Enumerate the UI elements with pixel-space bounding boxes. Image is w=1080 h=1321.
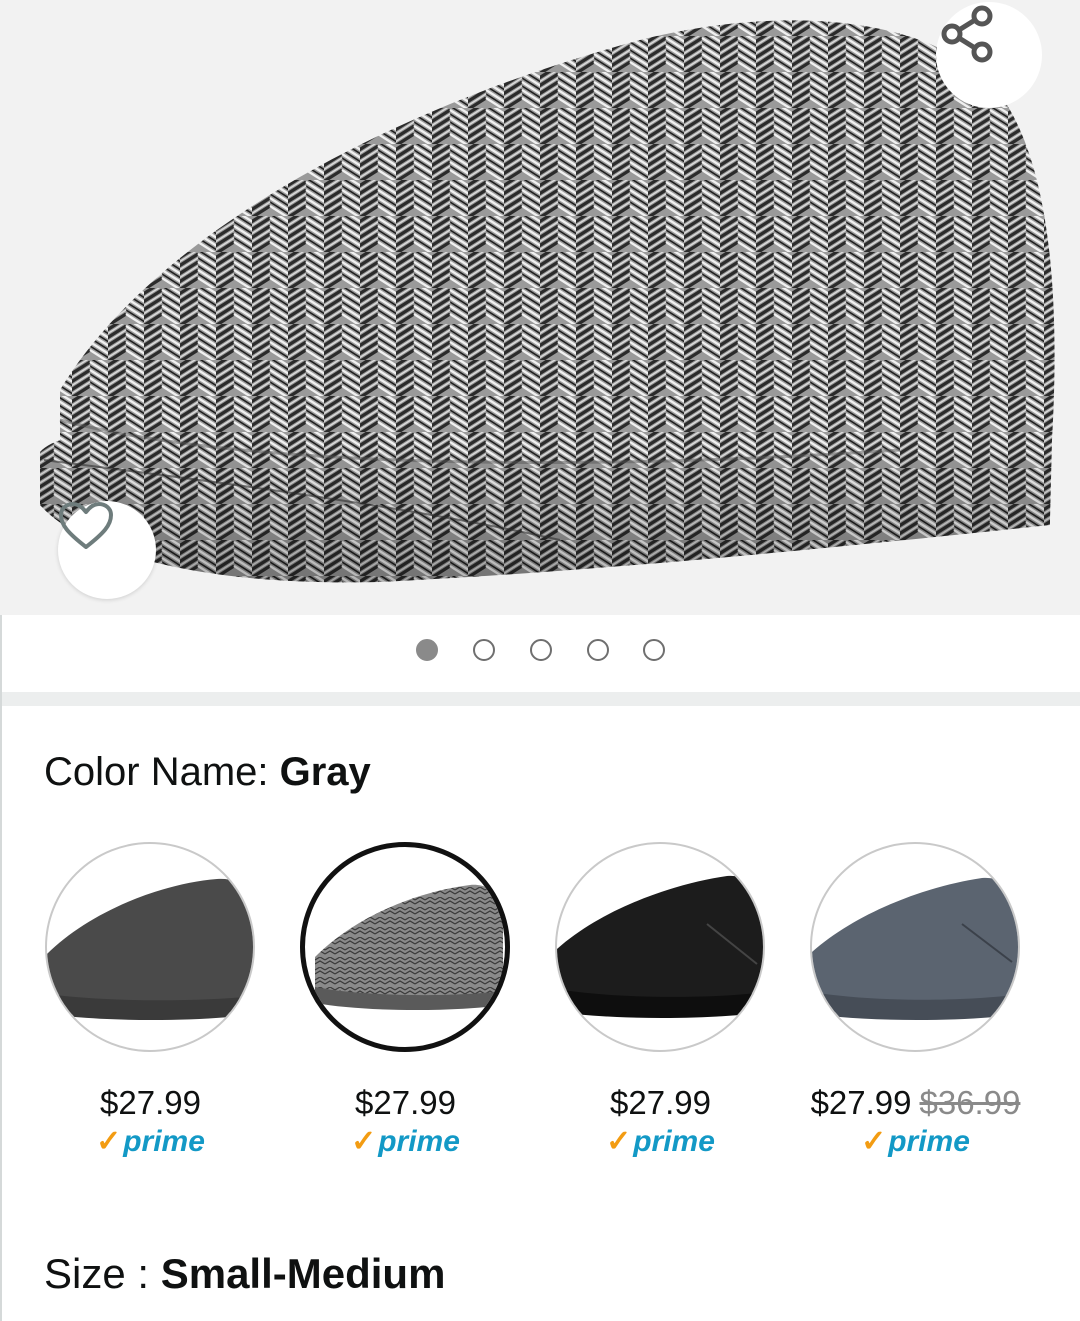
cap-thumbnail (557, 875, 763, 1018)
swatch-price: $27.99 $36.99 (788, 1084, 1043, 1122)
sale-price: $27.99 (810, 1084, 912, 1121)
prime-badge: ✓prime (278, 1124, 533, 1159)
carousel-dot[interactable] (416, 639, 438, 661)
color-name-label: Color Name: Gray (44, 750, 371, 795)
list-price: $36.99 (919, 1084, 1021, 1121)
carousel-dot[interactable] (587, 639, 609, 661)
swatch-price-block: $27.99 ✓prime (278, 1084, 533, 1159)
color-swatch-charcoal[interactable] (45, 842, 255, 1052)
size-value: Small-Medium (160, 1250, 446, 1297)
check-icon: ✓ (96, 1125, 122, 1158)
image-carousel-dots (0, 637, 1080, 667)
share-button[interactable] (936, 2, 1042, 108)
size-label-text: Size : (44, 1250, 161, 1297)
swatch-price-block: $27.99 ✓prime (533, 1084, 788, 1159)
cap-thumbnail (47, 878, 253, 1020)
cap-thumbnail (315, 884, 503, 1011)
cap-thumbnail (812, 877, 1018, 1020)
swatch-price-block: $27.99 ✓prime (23, 1084, 278, 1159)
prime-label: prime (378, 1125, 460, 1158)
prime-badge: ✓prime (533, 1124, 788, 1159)
swatch-price: $27.99 (355, 1084, 456, 1121)
heart-outline-icon (59, 502, 113, 549)
color-swatch-blue-gray[interactable] (810, 842, 1020, 1052)
carousel-dot[interactable] (473, 639, 495, 661)
carousel-dot[interactable] (643, 639, 665, 661)
check-icon: ✓ (606, 1125, 632, 1158)
edge-rule (0, 615, 2, 1321)
check-icon: ✓ (351, 1125, 377, 1158)
wishlist-button[interactable] (58, 501, 156, 599)
color-label-text: Color Name: (44, 750, 280, 794)
flat-cap-photo (40, 20, 1055, 583)
size-label[interactable]: Size : Small-Medium (44, 1250, 445, 1298)
prime-label: prime (888, 1125, 970, 1158)
prime-badge: ✓prime (788, 1124, 1043, 1159)
color-swatch-gray[interactable] (300, 842, 510, 1052)
color-value: Gray (279, 750, 371, 794)
swatch-price-block: $27.99 $36.99 ✓prime (788, 1084, 1043, 1159)
prime-label: prime (123, 1125, 205, 1158)
section-divider (0, 692, 1080, 706)
prime-badge: ✓prime (23, 1124, 278, 1159)
share-icon (941, 5, 993, 63)
swatch-price: $27.99 (610, 1084, 711, 1121)
swatch-price: $27.99 (100, 1084, 201, 1121)
color-swatch-black[interactable] (555, 842, 765, 1052)
carousel-dot[interactable] (530, 639, 552, 661)
check-icon: ✓ (861, 1125, 887, 1158)
product-image[interactable] (0, 0, 1080, 615)
prime-label: prime (633, 1125, 715, 1158)
